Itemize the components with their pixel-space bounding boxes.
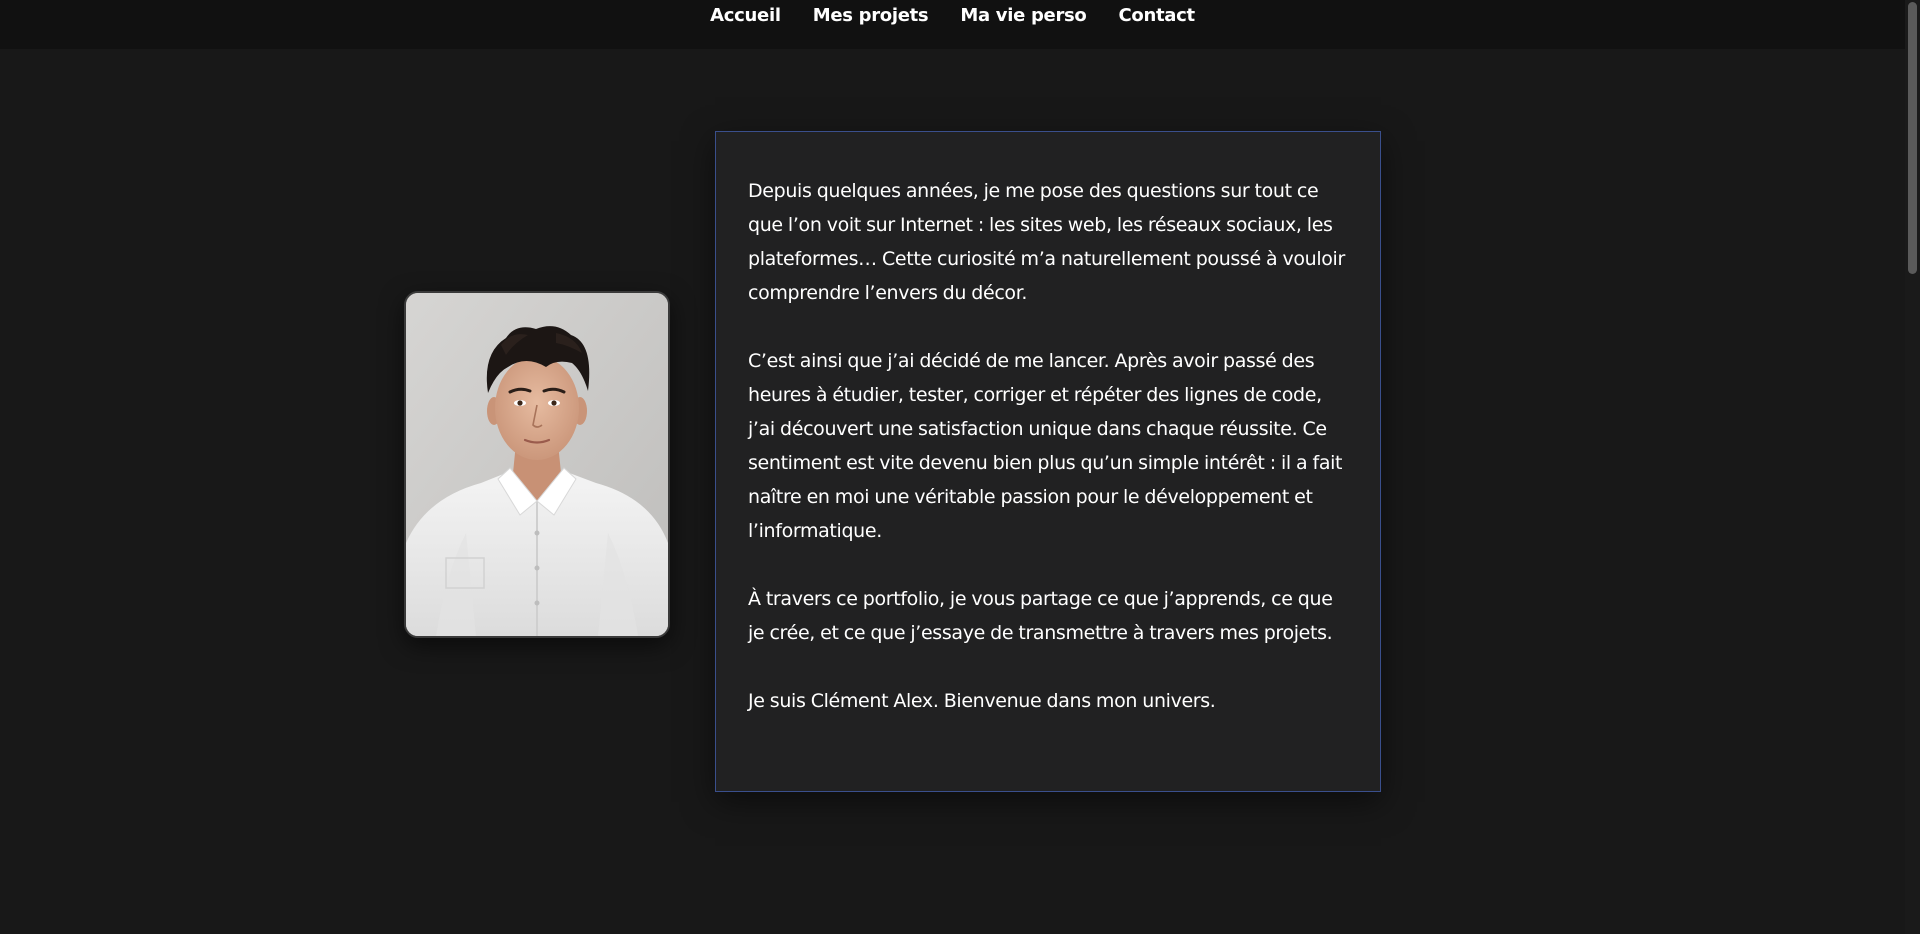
profile-photo bbox=[404, 291, 670, 638]
portrait-photo-image bbox=[406, 293, 668, 636]
nav-link-contact[interactable]: Contact bbox=[1119, 5, 1196, 26]
intro-paragraph-3: À travers ce portfolio, je vous partage … bbox=[748, 588, 1333, 644]
nav-link-ma-vie-perso[interactable]: Ma vie perso bbox=[960, 5, 1086, 26]
nav-link-mes-projets[interactable]: Mes projets bbox=[813, 5, 929, 26]
intro-paragraph-4: Je suis Clément Alex. Bienvenue dans mon… bbox=[748, 690, 1216, 712]
vertical-scrollbar[interactable] bbox=[1905, 0, 1920, 934]
top-navigation: Accueil Mes projets Ma vie perso Contact bbox=[0, 0, 1905, 49]
intro-paragraph-2: C’est ainsi que j’ai décidé de me lancer… bbox=[748, 350, 1343, 542]
scrollbar-thumb[interactable] bbox=[1908, 2, 1917, 274]
intro-paragraph-1: Depuis quelques années, je me pose des q… bbox=[748, 180, 1345, 304]
nav-link-accueil[interactable]: Accueil bbox=[710, 5, 781, 26]
intro-card: Depuis quelques années, je me pose des q… bbox=[715, 131, 1381, 792]
